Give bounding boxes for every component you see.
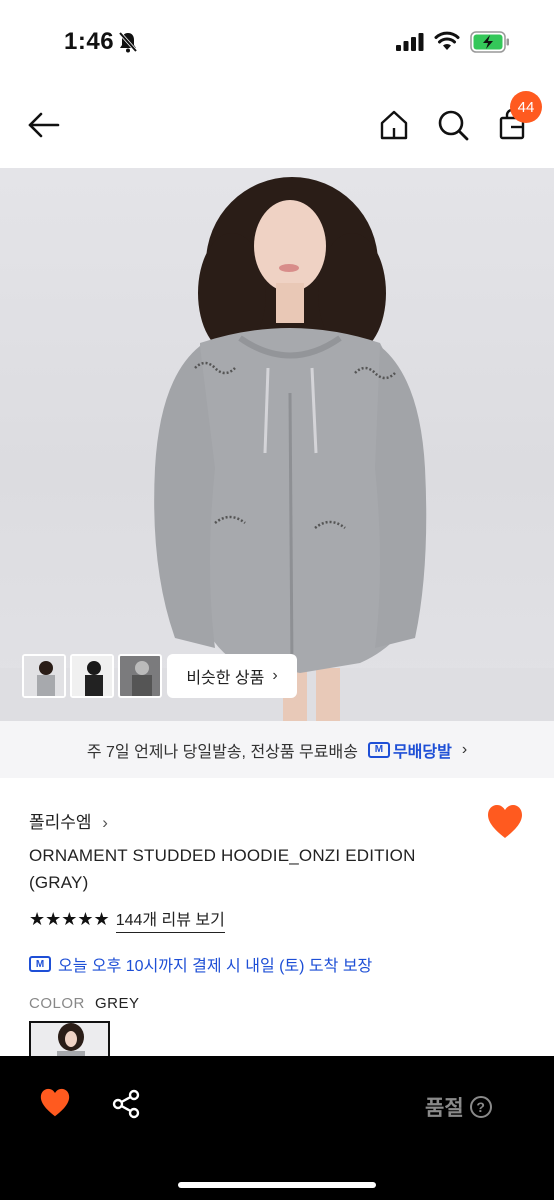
rating-row: ★★★★★ 144개 리뷰 보기 xyxy=(29,906,225,933)
brand-link[interactable]: 폴리수엠 › xyxy=(29,808,108,833)
free-delivery-badge-label: 무배당발 xyxy=(392,743,452,761)
back-arrow-icon[interactable] xyxy=(26,108,60,142)
thumbnail-strip xyxy=(22,654,162,698)
bell-off-icon xyxy=(118,31,138,53)
delivery-banner-text: 주 7일 언제나 당일발송, 전상품 무료배송 xyxy=(86,743,358,761)
delivery-banner[interactable]: 주 7일 언제나 당일발송, 전상품 무료배송 M 무배당발 › xyxy=(0,721,554,778)
thumbnail-3[interactable] xyxy=(118,654,162,698)
soldout-label: 품절 xyxy=(425,1097,464,1120)
cart-count-badge: 44 xyxy=(510,91,542,123)
similar-products-button[interactable]: 비슷한 상품 › xyxy=(167,654,297,698)
color-swatch-grey[interactable] xyxy=(29,1021,110,1061)
free-delivery-badge: M 무배당발 xyxy=(367,738,452,762)
chevron-right-icon: › xyxy=(461,740,468,758)
thumbnail-1[interactable] xyxy=(22,654,66,698)
color-value: GREY xyxy=(95,995,140,1012)
home-icon[interactable] xyxy=(377,108,411,142)
search-icon[interactable] xyxy=(436,108,470,142)
nav-bar xyxy=(0,80,554,168)
brand-name: 폴리수엠 xyxy=(29,813,92,832)
rating-stars: ★★★★★ xyxy=(29,909,110,929)
wifi-icon xyxy=(434,31,460,50)
battery-icon xyxy=(470,31,509,53)
arrival-guarantee: M 오늘 오후 10시까지 결제 시 내일 (토) 도착 보장 xyxy=(29,952,372,976)
delivery-truck-icon: M xyxy=(367,741,390,758)
bottom-action-bar: 품절 ? xyxy=(0,1056,554,1200)
similar-products-label: 비슷한 상품 xyxy=(186,670,265,687)
thumbnail-2[interactable] xyxy=(70,654,114,698)
heart-icon[interactable] xyxy=(486,804,524,840)
home-indicator[interactable] xyxy=(178,1182,376,1188)
heart-icon[interactable] xyxy=(39,1088,71,1118)
color-row: COLOR GREY xyxy=(29,995,140,1012)
product-title: ORNAMENT STUDDED HOODIE_ONZI EDITION (GR… xyxy=(29,846,416,892)
status-time: 1:46 xyxy=(64,28,115,55)
chevron-right-icon: › xyxy=(272,667,278,684)
share-icon[interactable] xyxy=(111,1089,141,1119)
product-hero-image[interactable] xyxy=(0,168,554,721)
signal-icon xyxy=(396,33,424,51)
product-info: 폴리수엠 › ORNAMENT STUDDED HOODIE_ONZI EDIT… xyxy=(0,778,554,1061)
model-photo xyxy=(0,177,554,721)
chevron-right-icon: › xyxy=(102,813,108,832)
delivery-truck-icon: M xyxy=(29,956,51,972)
color-label: COLOR xyxy=(29,995,85,1012)
review-link[interactable]: 144개 리뷰 보기 xyxy=(115,906,225,933)
status-bar: 1:46 xyxy=(0,0,554,80)
soldout-status: 품절 ? xyxy=(425,1092,492,1122)
help-icon[interactable]: ? xyxy=(469,1096,492,1118)
arrival-guarantee-text: 오늘 오후 10시까지 결제 시 내일 (토) 도착 보장 xyxy=(58,958,373,975)
